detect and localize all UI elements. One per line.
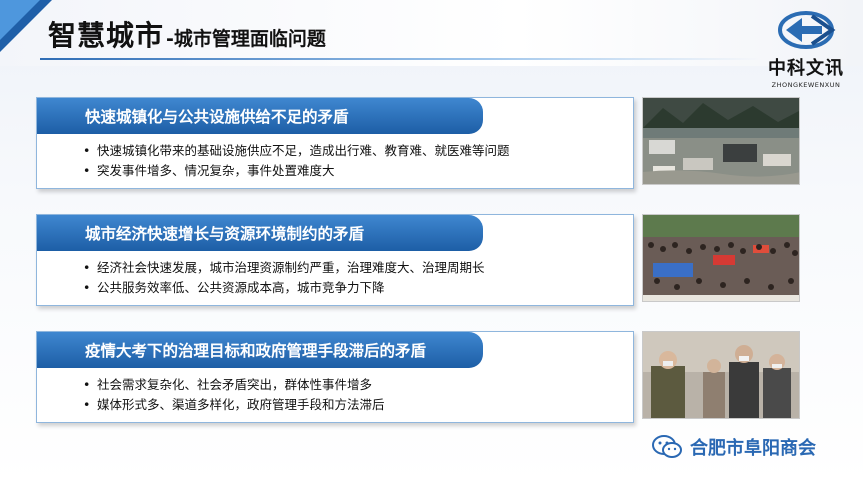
page-title-sub: -城市管理面临问题 — [166, 28, 326, 50]
list-item: 突发事件增多、情况复杂，事件处置难度大 — [83, 161, 510, 181]
page-title-main: 智慧城市 — [48, 19, 165, 52]
panel-heading: 疫情大考下的治理目标和政府管理手段滞后的矛盾 — [37, 332, 483, 368]
page-title: 智慧城市 -城市管理面临问题 — [48, 14, 326, 54]
bullet-list: 快速城镇化带来的基础设施供应不足，造成出行难、教育难、就医难等问题 突发事件增多… — [83, 141, 510, 181]
watermark-text: 合肥市阜阳商会 — [690, 438, 816, 459]
masked-pedestrians-photo — [642, 331, 800, 419]
list-item: 经济社会快速发展，城市治理资源制约严重，治理难度大、治理周期长 — [83, 258, 485, 278]
problem-panel-urbanization: 快速城镇化与公共设施供给不足的矛盾 快速城镇化带来的基础设施供应不足，造成出行难… — [36, 97, 634, 189]
list-item: 社会需求复杂化、社会矛盾突出，群体性事件增多 — [83, 375, 385, 395]
problem-panel-resources: 城市经济快速增长与资源环境制约的矛盾 经济社会快速发展，城市治理资源制约严重，治… — [36, 214, 634, 306]
panel-heading: 快速城镇化与公共设施供给不足的矛盾 — [37, 98, 483, 134]
logo-mark-icon — [772, 10, 840, 50]
problem-panel-governance: 疫情大考下的治理目标和政府管理手段滞后的矛盾 社会需求复杂化、社会矛盾突出，群体… — [36, 331, 634, 423]
flooded-street-photo — [642, 97, 800, 185]
panel-heading: 城市经济快速增长与资源环境制约的矛盾 — [37, 215, 483, 251]
source-watermark: 合肥市阜阳商会 — [652, 430, 816, 464]
logo-pinyin: ZHONGKEWENXUN — [771, 81, 841, 89]
list-item: 快速城镇化带来的基础设施供应不足，造成出行难、教育难、就医难等问题 — [83, 141, 510, 161]
company-logo: 中科文讯 ZHONGKEWENXUN — [752, 10, 860, 92]
list-item: 公共服务效率低、公共资源成本高，城市竞争力下降 — [83, 278, 485, 298]
list-item: 媒体形式多、渠道多样化，政府管理手段和方法滞后 — [83, 395, 385, 415]
header-divider — [40, 58, 760, 60]
crowd-gathering-photo — [642, 214, 800, 302]
wechat-icon — [652, 434, 682, 460]
bullet-list: 经济社会快速发展，城市治理资源制约严重，治理难度大、治理周期长 公共服务效率低、… — [83, 258, 485, 298]
title-accent-corner-inner — [0, 0, 40, 40]
logo-name: 中科文讯 — [768, 58, 844, 79]
bullet-list: 社会需求复杂化、社会矛盾突出，群体性事件增多 媒体形式多、渠道多样化，政府管理手… — [83, 375, 385, 415]
